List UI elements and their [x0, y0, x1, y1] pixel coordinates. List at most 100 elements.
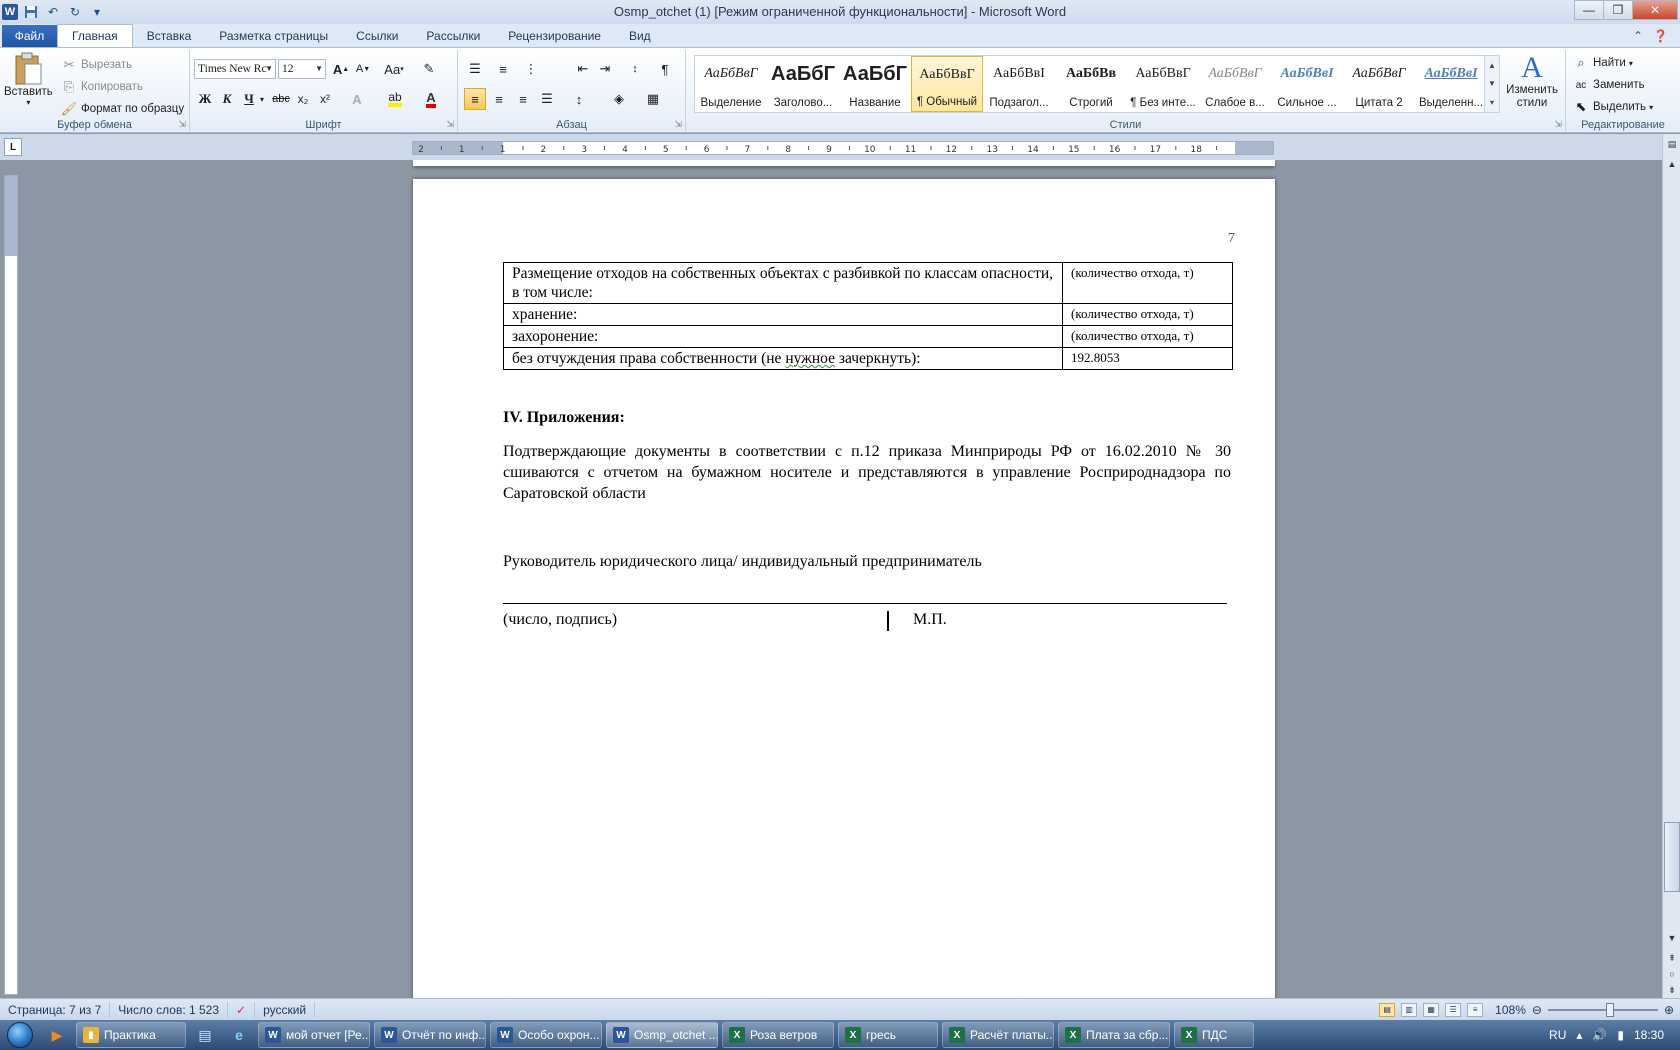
word-count[interactable]: Число слов: 1 523	[110, 1001, 229, 1018]
styles-gallery-scroll[interactable]: ▲ ▼ ▾	[1484, 55, 1500, 113]
font-launcher-icon[interactable]: ⇲	[446, 119, 454, 130]
maximize-button[interactable]: ❐	[1603, 0, 1633, 20]
style-emphasis[interactable]: АаБбВвГ Выделение	[695, 56, 767, 112]
tab-page-layout[interactable]: Разметка страницы	[205, 25, 342, 47]
minimize-ribbon-icon[interactable]: ⌃	[1633, 29, 1643, 43]
tab-references[interactable]: Ссылки	[342, 25, 412, 47]
chevron-up-icon[interactable]: ▲	[1488, 61, 1496, 70]
bullets-icon[interactable]: ☰	[464, 58, 486, 80]
language-indicator[interactable]: русский	[255, 1001, 316, 1018]
justify-icon[interactable]: ☰	[536, 88, 558, 110]
style-heading-1[interactable]: АаБбГ Заголово...	[767, 56, 839, 112]
browse-object-icon[interactable]: ○	[1664, 966, 1680, 982]
scroll-up-icon[interactable]: ▲	[1664, 156, 1680, 172]
horizontal-ruler[interactable]: 2 1 1 2 3 4 5 6 7 8 9 10 11 12 13 14 15 16 17 18	[412, 141, 1274, 155]
tab-home[interactable]: Главная	[57, 24, 133, 47]
page-count[interactable]: Страница: 7 из 7	[0, 1001, 111, 1018]
underline-dropdown-icon[interactable]: ▾	[256, 88, 268, 110]
close-button[interactable]: ✕	[1632, 0, 1678, 20]
font-color-icon[interactable]: A	[420, 88, 442, 110]
taskbar-item[interactable]: Xгресь	[838, 1022, 938, 1048]
style-intense-emphasis[interactable]: АаБбВвІ Сильное ...	[1271, 56, 1343, 112]
style-intense-quote[interactable]: АаБбВвІ Выделенн...	[1415, 56, 1487, 112]
more-styles-icon[interactable]: ▾	[1490, 98, 1494, 107]
sort-icon[interactable]: ↕	[624, 58, 646, 80]
taskbar-item[interactable]: ▮ Практика	[76, 1022, 186, 1048]
tray-expand-icon[interactable]: ▴	[1576, 1028, 1582, 1042]
paste-button[interactable]: Вставить ▾	[4, 52, 53, 107]
numbering-icon[interactable]: ≡	[492, 58, 514, 80]
start-button[interactable]	[0, 1020, 40, 1050]
taskbar-item[interactable]: X ПДС	[1174, 1022, 1254, 1048]
table-cell-label[interactable]: без отчуждения права собственности (не н…	[503, 347, 1063, 370]
highlight-icon[interactable]: ab	[384, 88, 406, 110]
zoom-slider[interactable]	[1547, 1002, 1658, 1017]
find-button[interactable]: ⌕ Найти ▾	[1572, 54, 1632, 72]
save-icon[interactable]	[22, 3, 40, 21]
cut-button[interactable]: ✂ Вырезать	[60, 56, 133, 74]
tab-selector[interactable]: L	[4, 138, 22, 156]
tab-insert[interactable]: Вставка	[133, 25, 206, 47]
print-layout-view-icon[interactable]: ▤	[1379, 1002, 1396, 1017]
align-left-icon[interactable]: ≡	[464, 88, 486, 110]
table-cell-value[interactable]: 192.8053	[1062, 347, 1233, 370]
taskbar-item[interactable]: W Osmp_otchet ...	[606, 1022, 718, 1048]
text-effects-icon[interactable]: A	[346, 88, 368, 110]
change-styles-button[interactable]: A Изменить стили	[1504, 52, 1560, 110]
style-subtle-emphasis[interactable]: АаБбВвГ Слабое в...	[1199, 56, 1271, 112]
superscript-button[interactable]: x²	[314, 88, 336, 110]
style-subtitle[interactable]: АаБбВвІ Подзагол...	[983, 56, 1055, 112]
style-strong[interactable]: АаБбВв Строгий	[1055, 56, 1127, 112]
grammar-error-word[interactable]: нужное	[785, 350, 835, 367]
waste-table[interactable]: Размещение отходов на собственных объект…	[503, 262, 1233, 370]
align-right-icon[interactable]: ≡	[512, 88, 534, 110]
shrink-font-button[interactable]: A ▼	[352, 58, 374, 80]
table-cell-label[interactable]: хранение:	[503, 303, 1063, 326]
align-center-icon[interactable]: ≡	[488, 88, 510, 110]
zoom-slider-knob[interactable]	[1605, 1002, 1614, 1017]
clock[interactable]: 18:30	[1634, 1028, 1664, 1042]
volume-icon[interactable]: 🔊	[1592, 1028, 1607, 1042]
taskbar-item[interactable]: X Расчёт платы...	[942, 1022, 1054, 1048]
styles-launcher-icon[interactable]: ⇲	[1554, 119, 1562, 130]
font-size-combo[interactable]: 12 ▼	[278, 59, 326, 79]
previous-page-icon[interactable]: ⇞	[1664, 950, 1680, 966]
taskbar-item[interactable]: Wмой отчет [Ре...	[258, 1022, 370, 1048]
media-player-icon[interactable]: ▶	[42, 1022, 72, 1048]
redo-icon[interactable]: ↻	[66, 3, 84, 21]
copy-button[interactable]: ⎘ Копировать	[60, 78, 143, 96]
scroll-thumb[interactable]	[1664, 822, 1680, 892]
taskbar-item[interactable]: W Особо охрон...	[490, 1022, 602, 1048]
style-normal[interactable]: АаБбВвГ ¶ Обычный	[911, 56, 983, 112]
style-quote-2[interactable]: АаБбВвГ Цитата 2	[1343, 56, 1415, 112]
shading-icon[interactable]: ◈	[608, 88, 630, 110]
pilcrow-icon[interactable]: ¶	[654, 58, 676, 80]
style-title[interactable]: АаБбГ Название	[839, 56, 911, 112]
reading-view-icon[interactable]: ▥	[1401, 1002, 1418, 1017]
table-cell-label[interactable]: Размещение отходов на собственных объект…	[503, 262, 1063, 304]
table-cell-value[interactable]: (количество отхода, т)	[1062, 325, 1233, 348]
zoom-in-icon[interactable]: ⊕	[1664, 1003, 1674, 1017]
tab-review[interactable]: Рецензирование	[494, 25, 615, 47]
web-layout-view-icon[interactable]: ▦	[1423, 1002, 1440, 1017]
chevron-down-icon[interactable]: ▼	[1488, 79, 1496, 88]
word-logo-icon[interactable]: W	[2, 4, 18, 20]
vertical-scrollbar[interactable]: ▤ ▲ ▼ ⇞ ○ ⇟	[1662, 134, 1680, 998]
change-case-button[interactable]: Aa ▾	[380, 58, 408, 80]
decrease-indent-icon[interactable]: ⇤	[572, 58, 594, 80]
select-button[interactable]: ⬉ Выделить ▾	[1572, 98, 1654, 116]
table-cell-value[interactable]: (количество отхода, т)	[1062, 303, 1233, 326]
borders-icon[interactable]: ▦	[642, 88, 664, 110]
zoom-out-icon[interactable]: ⊖	[1532, 1003, 1542, 1017]
table-cell-value[interactable]: (количество отхода, т)	[1062, 262, 1233, 304]
undo-icon[interactable]: ↶	[44, 3, 62, 21]
font-name-combo[interactable]: Times New Rc ▼	[194, 59, 276, 79]
minimize-button[interactable]: —	[1574, 0, 1604, 20]
network-icon[interactable]: ▮	[1617, 1028, 1624, 1042]
notepad-icon[interactable]: ▤	[190, 1022, 220, 1048]
internet-explorer-icon[interactable]: e	[224, 1022, 254, 1048]
proofing-icon[interactable]: ✓	[228, 1001, 256, 1018]
line-spacing-icon[interactable]: ↕	[568, 88, 590, 110]
taskbar-item[interactable]: X Роза ветров	[722, 1022, 834, 1048]
tab-file[interactable]: Файл	[2, 25, 57, 47]
